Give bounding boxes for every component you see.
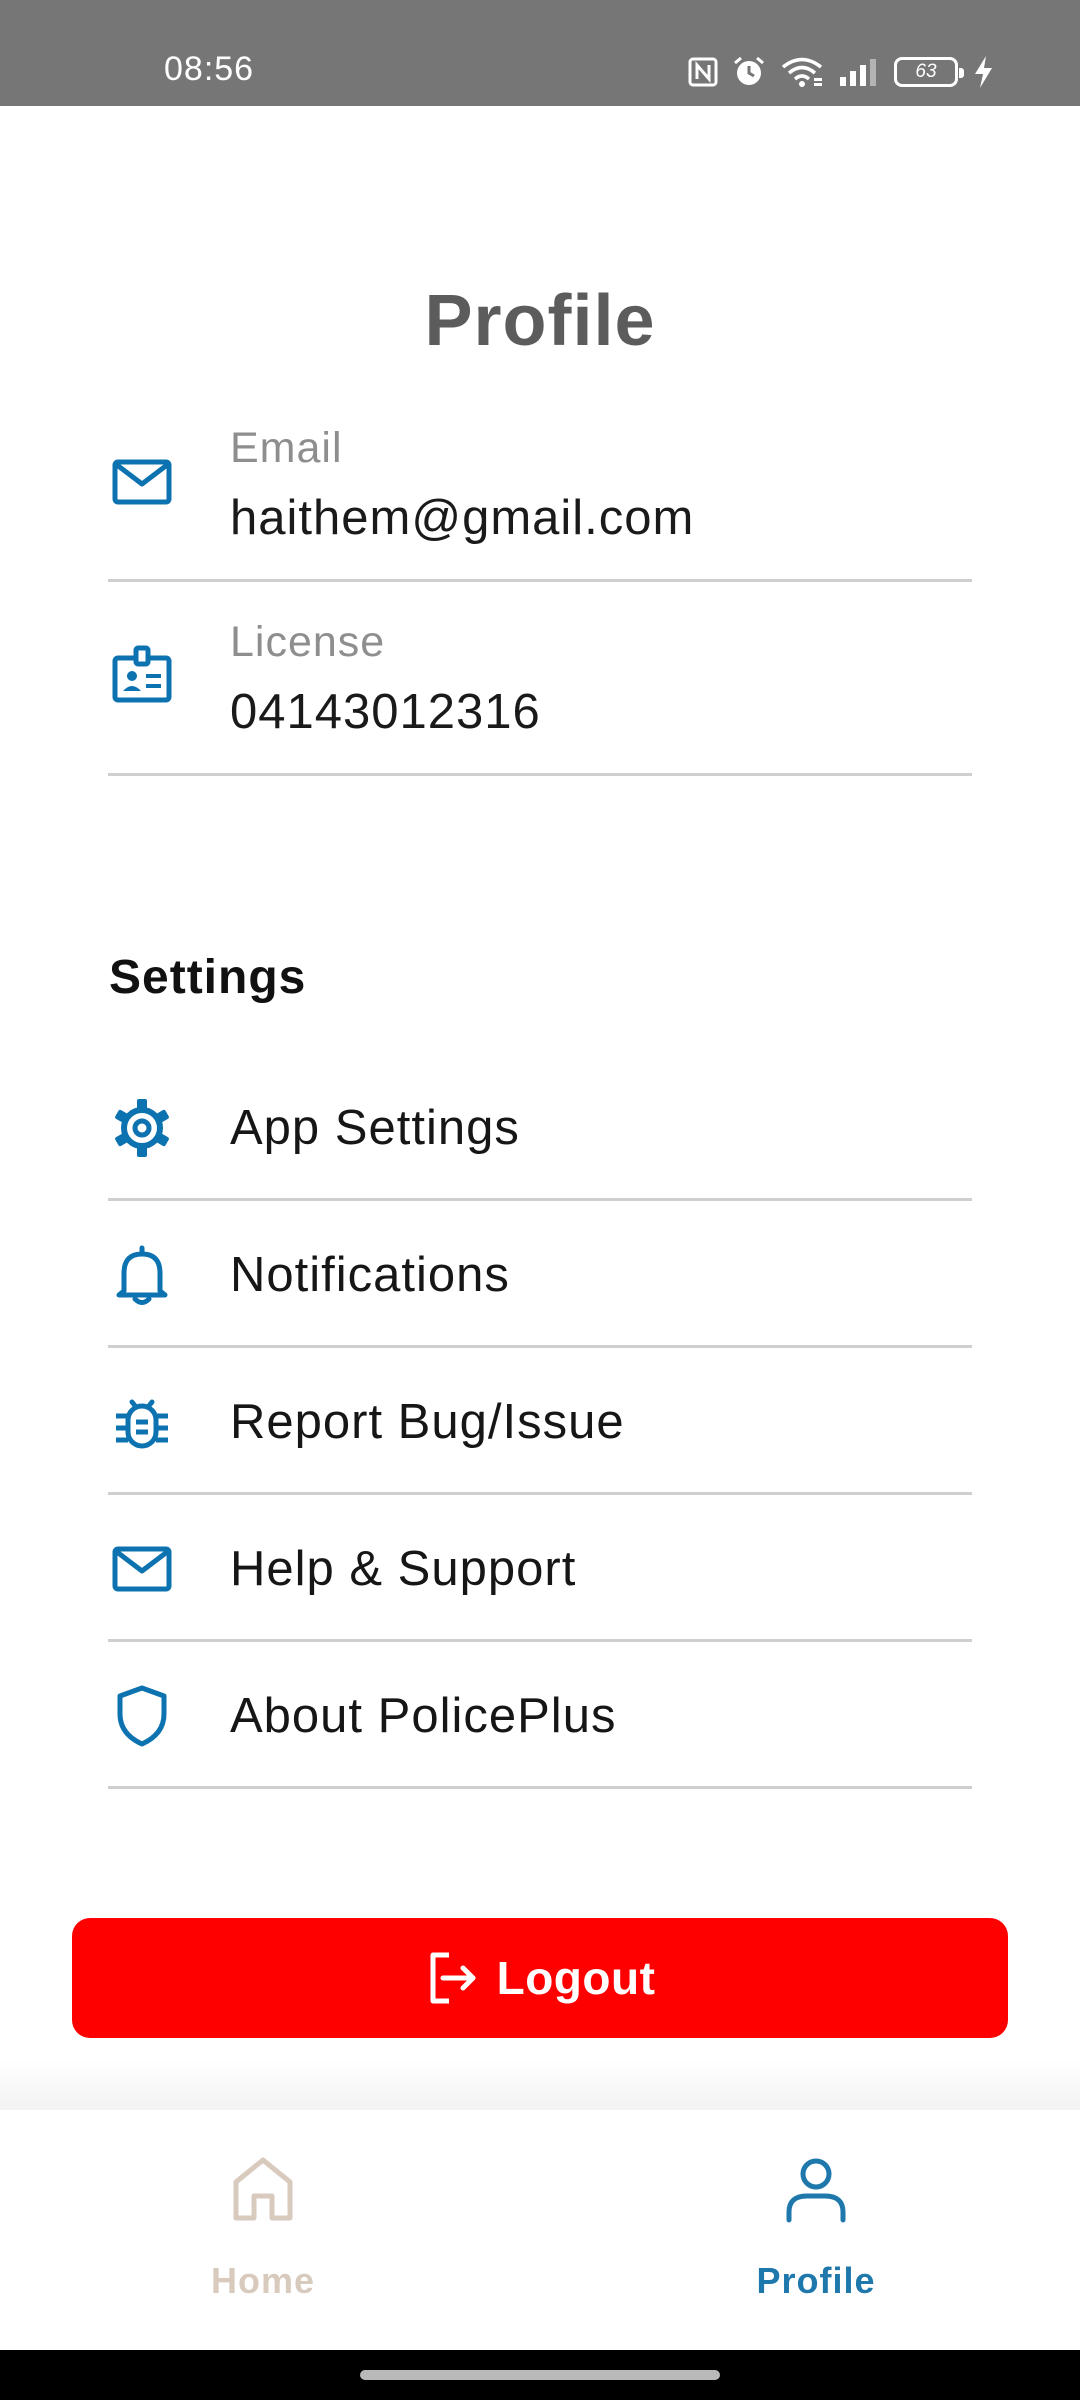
settings-item-notifications[interactable]: Notifications: [108, 1201, 972, 1348]
nav-label-profile: Profile: [756, 2260, 876, 2301]
gear-icon: [115, 1099, 169, 1157]
wifi-icon: [781, 57, 823, 87]
license-label: License: [230, 618, 386, 666]
nav-item-home[interactable]: Home: [113, 2110, 413, 2350]
nav-label-home: Home: [210, 2260, 316, 2301]
settings-item-label: Help & Support: [230, 1542, 577, 1596]
shield-icon: [117, 1685, 167, 1747]
logout-label: Logout: [496, 1952, 656, 2004]
email-value: haithem@gmail.com: [230, 491, 695, 545]
home-indicator[interactable]: [360, 2370, 720, 2380]
alarm-icon: [734, 56, 764, 85]
settings-item-label: About PolicePlus: [230, 1689, 617, 1743]
settings-item-help-support[interactable]: Help & Support: [108, 1495, 972, 1642]
home-icon: [233, 2157, 293, 2221]
bottom-nav: Home Profile: [0, 2110, 1080, 2350]
license-row: License 04143012316: [108, 582, 972, 776]
status-icons: 63: [688, 52, 994, 92]
nav-item-profile[interactable]: Profile: [666, 2110, 966, 2350]
person-icon: [786, 2158, 846, 2223]
email-label: Email: [230, 424, 343, 472]
status-time: 08:56: [164, 50, 255, 88]
id-badge-icon: [112, 645, 172, 703]
nfc-icon: [688, 57, 718, 87]
settings-item-about[interactable]: About PolicePlus: [108, 1642, 972, 1789]
settings-heading: Settings: [109, 951, 307, 1004]
settings-item-label: Report Bug/Issue: [230, 1395, 625, 1449]
page-title: Profile: [424, 281, 656, 361]
bottom-shade: [0, 2060, 1080, 2110]
mail-icon: [112, 459, 172, 505]
settings-item-label: App Settings: [230, 1101, 520, 1155]
battery-level: 63: [915, 61, 937, 82]
signal-icon: [840, 59, 876, 86]
system-navigation-bar: [0, 2350, 1080, 2400]
mail-icon: [112, 1546, 172, 1592]
logout-icon: [430, 1952, 476, 2004]
settings-item-app-settings[interactable]: App Settings: [108, 1054, 972, 1201]
logout-button[interactable]: Logout: [72, 1918, 1008, 2038]
settings-item-label: Notifications: [230, 1248, 510, 1302]
status-bar: 08:56 63: [0, 0, 1080, 106]
charging-icon: [975, 56, 992, 88]
bug-icon: [116, 1399, 168, 1449]
settings-item-report-bug[interactable]: Report Bug/Issue: [108, 1348, 972, 1495]
email-row: Email haithem@gmail.com: [108, 388, 972, 582]
bell-icon: [116, 1245, 168, 1305]
battery-icon: 63: [894, 57, 964, 87]
license-value: 04143012316: [230, 685, 541, 739]
